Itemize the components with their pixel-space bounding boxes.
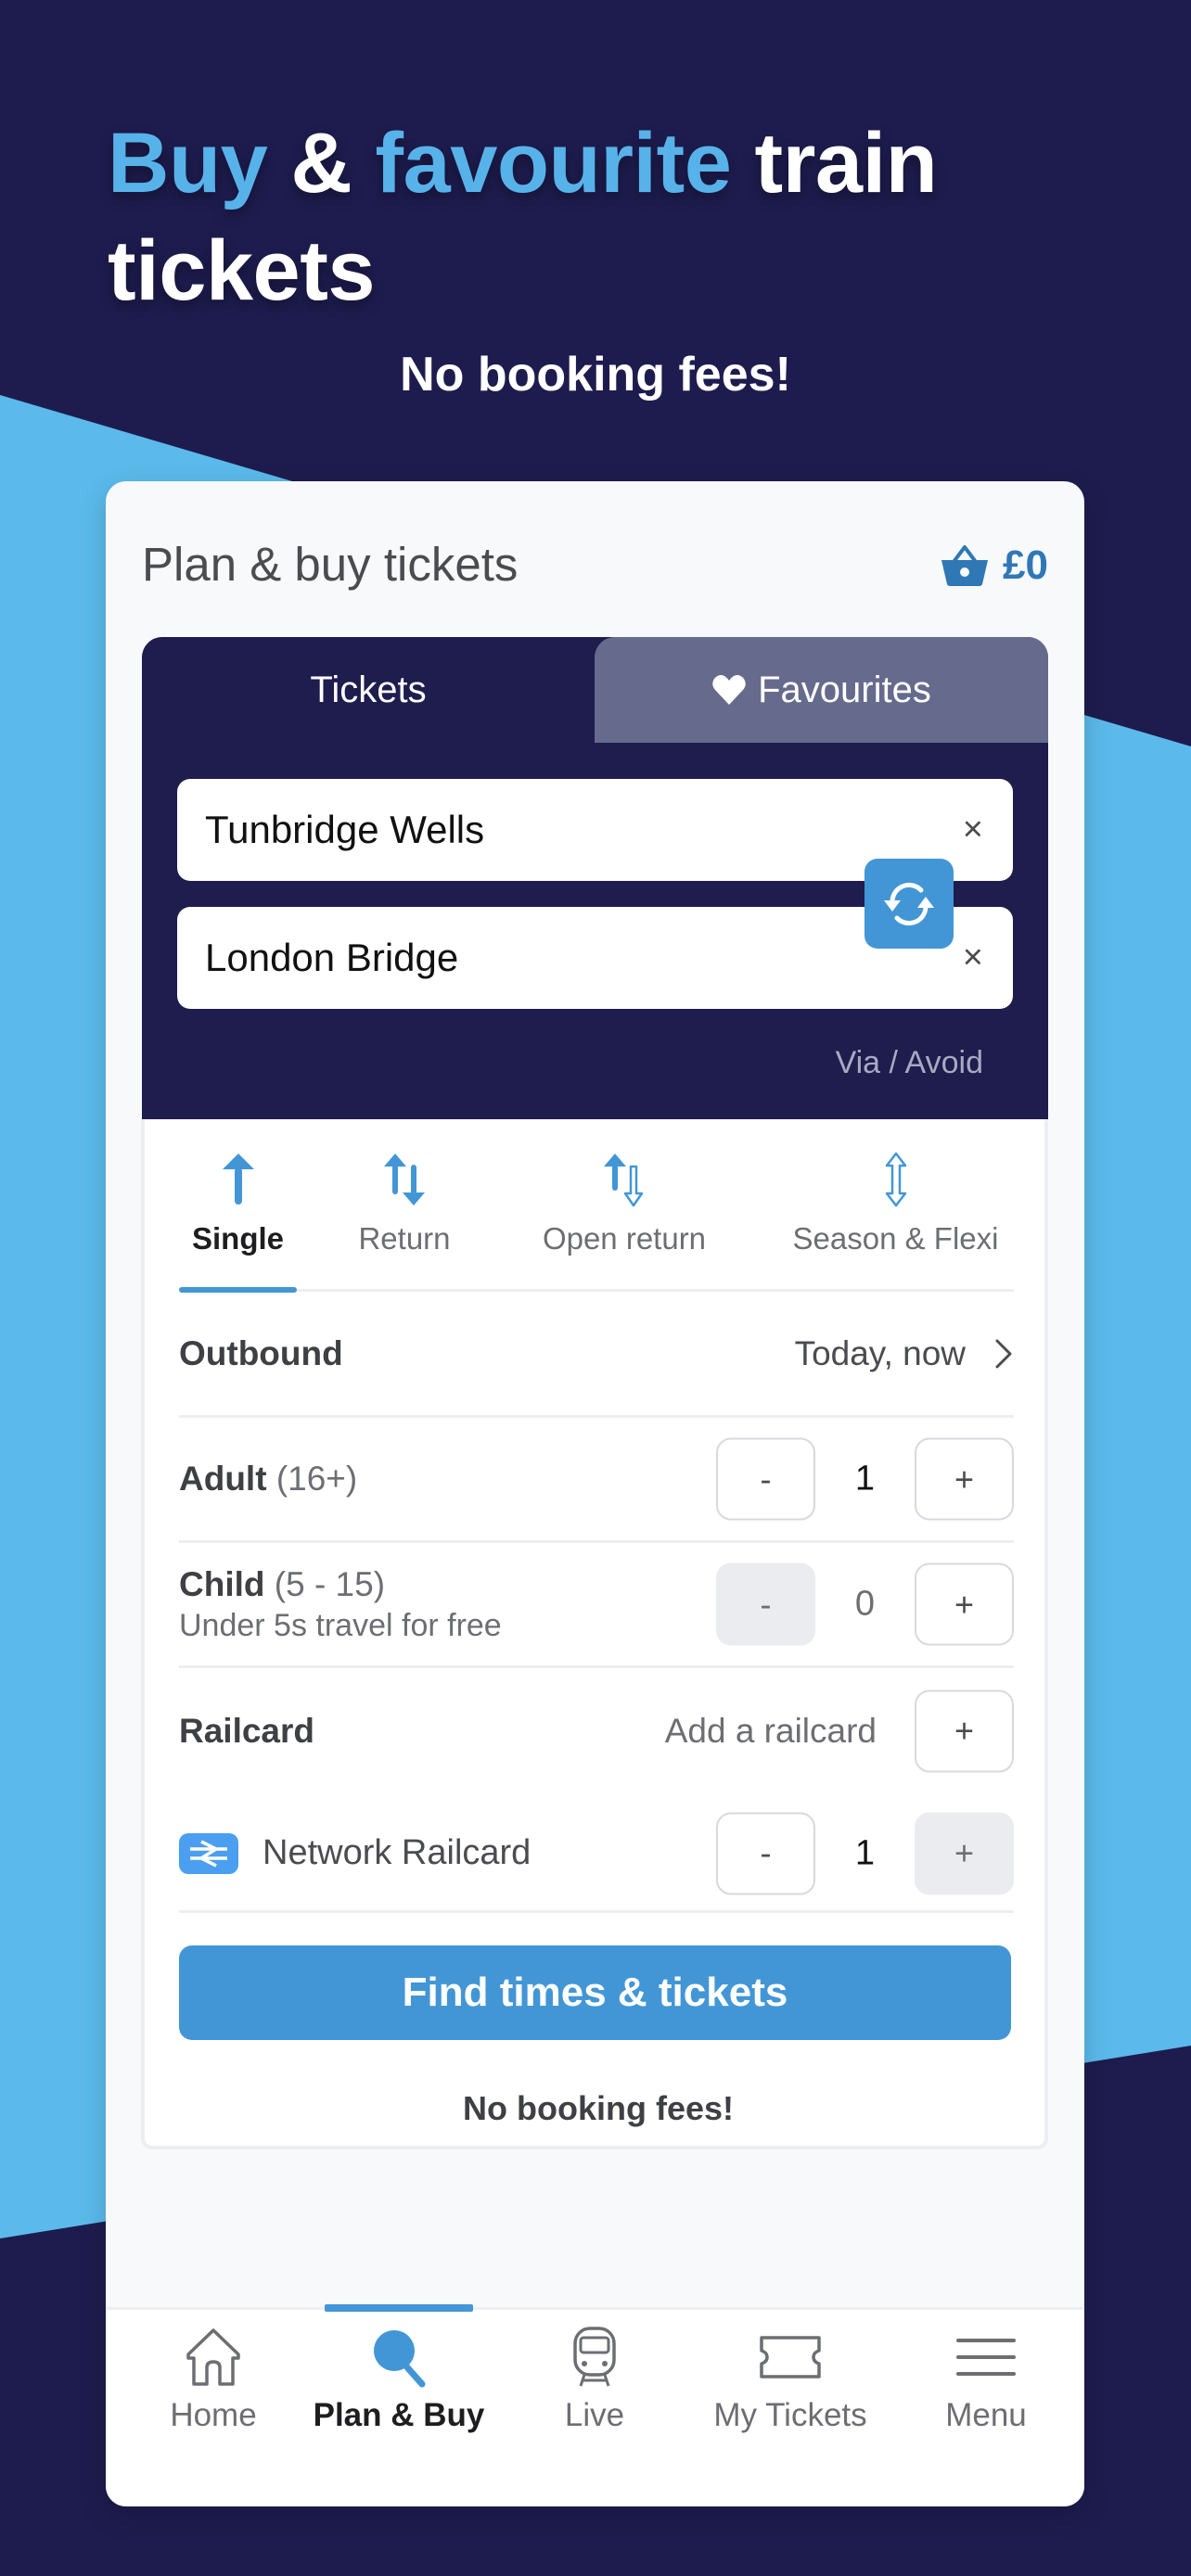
open-return-arrows-icon bbox=[604, 1154, 644, 1207]
page-title: Plan & buy tickets bbox=[142, 538, 519, 591]
railcard-count: 1 bbox=[854, 1833, 876, 1872]
railcard-name: Network Railcard bbox=[263, 1833, 531, 1872]
adult-age: (16+) bbox=[275, 1460, 358, 1498]
child-increment-button[interactable]: + bbox=[915, 1562, 1014, 1646]
add-railcard-link[interactable]: Add a railcard bbox=[665, 1712, 877, 1751]
ticket-type-single[interactable]: Single bbox=[188, 1151, 288, 1256]
basket-total: £0 bbox=[1003, 542, 1048, 588]
railcard-section: Railcard Add a railcard + Network Railca… bbox=[179, 1668, 1014, 1913]
tab-tickets[interactable]: Tickets bbox=[142, 637, 595, 743]
railcard-decrement-button[interactable]: - bbox=[716, 1812, 815, 1894]
heart-icon bbox=[712, 675, 746, 705]
tab-tickets-label: Tickets bbox=[310, 669, 427, 710]
nav-menu-label: Menu bbox=[945, 2397, 1027, 2433]
ticket-type-single-label: Single bbox=[191, 1221, 285, 1256]
child-count: 0 bbox=[854, 1584, 876, 1624]
via-avoid-link[interactable]: Via / Avoid bbox=[836, 1045, 983, 1081]
basket-button[interactable]: £0 bbox=[940, 537, 1048, 594]
child-note: Under 5s travel for free bbox=[179, 1607, 502, 1643]
promo-subheadline: No booking fees! bbox=[400, 348, 791, 402]
ticket-type-season-flexi[interactable]: Season & Flexi bbox=[782, 1151, 1009, 1256]
outbound-label: Outbound bbox=[179, 1333, 343, 1372]
child-stepper: - 0 + bbox=[716, 1562, 1014, 1646]
nav-my-tickets-label: My Tickets bbox=[713, 2397, 867, 2433]
adult-decrement-button[interactable]: - bbox=[716, 1437, 815, 1521]
adult-passenger-row: Adult (16+) - 1 + bbox=[179, 1418, 1014, 1543]
ticket-type-return[interactable]: Return bbox=[353, 1151, 455, 1256]
nav-menu[interactable]: Menu bbox=[893, 2327, 1079, 2434]
national-rail-logo-icon bbox=[179, 1832, 238, 1874]
railcard-stepper: - 1 + bbox=[716, 1812, 1014, 1894]
adult-stepper: - 1 + bbox=[716, 1437, 1014, 1521]
basket-icon bbox=[941, 545, 989, 586]
adult-label: Adult (16+) bbox=[179, 1460, 357, 1498]
journey-search-panel: Tickets Favourites Tunbridge Wells × Lon… bbox=[142, 637, 1048, 1119]
train-icon bbox=[573, 2327, 616, 2387]
child-passenger-row: Child (5 - 15) Under 5s travel for free … bbox=[179, 1543, 1014, 1668]
headline-train: train bbox=[754, 116, 938, 210]
ticket-type-selector: Single Return Open return Season & Flexi bbox=[179, 1119, 1014, 1293]
clear-from-icon[interactable]: × bbox=[963, 810, 983, 850]
child-decrement-button[interactable]: - bbox=[716, 1562, 815, 1646]
adult-increment-button[interactable]: + bbox=[915, 1437, 1014, 1521]
add-railcard-control: + bbox=[915, 1690, 1014, 1772]
outbound-date-row[interactable]: Outbound Today, now bbox=[179, 1292, 1014, 1418]
bottom-navigation: Home Plan & Buy Live My Tickets Menu bbox=[106, 2304, 1084, 2506]
find-times-tickets-button[interactable]: Find times & tickets bbox=[179, 1945, 1011, 2040]
outbound-value: Today, now bbox=[794, 1333, 966, 1372]
nav-home-label: Home bbox=[170, 2397, 257, 2433]
nav-plan-buy-label: Plan & Buy bbox=[313, 2397, 485, 2433]
headline-favourite: favourite bbox=[375, 116, 732, 210]
adult-count: 1 bbox=[854, 1459, 876, 1498]
nav-live-label: Live bbox=[564, 2397, 625, 2433]
app-screen-card: Plan & buy tickets £0 Tickets Favourites… bbox=[106, 481, 1084, 2506]
adult-label-text: Adult bbox=[179, 1460, 267, 1498]
to-station-value: London Bridge bbox=[205, 936, 459, 979]
railcard-header: Railcard Add a railcard + bbox=[179, 1668, 1014, 1793]
chevron-right-icon bbox=[995, 1339, 1012, 1368]
nav-plan-buy[interactable]: Plan & Buy bbox=[306, 2327, 492, 2434]
clear-to-icon[interactable]: × bbox=[963, 938, 983, 978]
ticket-type-open-return[interactable]: Open return bbox=[531, 1151, 717, 1256]
railcard-item: Network Railcard - 1 + bbox=[179, 1793, 1014, 1913]
tab-favourites[interactable]: Favourites bbox=[595, 637, 1048, 743]
season-flexi-arrow-icon bbox=[885, 1152, 906, 1207]
swap-stations-button[interactable] bbox=[864, 859, 954, 949]
ticket-type-return-label: Return bbox=[358, 1221, 451, 1256]
ticket-type-open-return-label: Open return bbox=[542, 1221, 707, 1256]
headline-amp: & bbox=[290, 116, 352, 210]
home-icon bbox=[186, 2328, 240, 2386]
promo-headline: Buy & favourite train tickets bbox=[108, 109, 1128, 325]
railcard-increment-button[interactable]: + bbox=[915, 1812, 1014, 1894]
headline-tickets: tickets bbox=[108, 223, 376, 318]
menu-icon bbox=[956, 2339, 1016, 2376]
nav-my-tickets[interactable]: My Tickets bbox=[698, 2327, 883, 2434]
child-label: Child (5 - 15) bbox=[179, 1565, 385, 1604]
tab-favourites-label: Favourites bbox=[758, 669, 931, 710]
swap-icon bbox=[884, 882, 934, 925]
from-station-value: Tunbridge Wells bbox=[205, 808, 485, 851]
nav-active-indicator bbox=[325, 2304, 473, 2312]
railcard-label: Railcard bbox=[179, 1711, 315, 1750]
ticket-type-season-flexi-label: Season & Flexi bbox=[792, 1221, 999, 1256]
return-arrows-icon bbox=[384, 1154, 425, 1205]
no-booking-fees-note: No booking fees! bbox=[462, 2089, 734, 2127]
child-age: (5 - 15) bbox=[274, 1564, 386, 1603]
ticket-icon bbox=[760, 2336, 821, 2378]
nav-home[interactable]: Home bbox=[121, 2327, 306, 2434]
search-icon bbox=[374, 2330, 426, 2388]
ticket-options-panel: Single Return Open return Season & Flexi… bbox=[141, 1119, 1048, 2149]
add-railcard-button[interactable]: + bbox=[915, 1690, 1014, 1772]
single-arrow-icon bbox=[222, 1154, 254, 1205]
child-label-text: Child bbox=[179, 1564, 265, 1603]
nav-live[interactable]: Live bbox=[502, 2327, 687, 2434]
headline-buy: Buy bbox=[108, 116, 268, 210]
